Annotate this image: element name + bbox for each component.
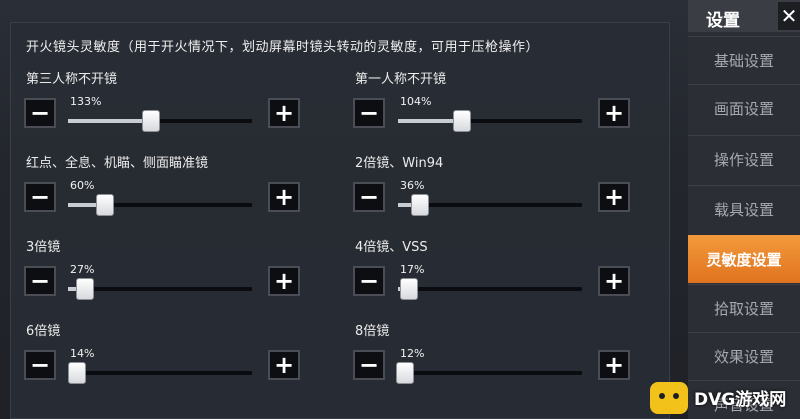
decrease-button[interactable]: − — [24, 98, 56, 128]
slider-track[interactable] — [396, 362, 582, 384]
slider-thumb[interactable] — [396, 362, 414, 384]
slider-value: 104% — [400, 95, 432, 108]
decrease-button[interactable]: − — [24, 182, 56, 212]
increase-button[interactable]: + — [268, 350, 300, 380]
slider-thumb[interactable] — [68, 362, 86, 384]
slider-track[interactable] — [68, 110, 252, 132]
decrease-button[interactable]: − — [353, 98, 385, 128]
menu-item-pickup[interactable]: 拾取设置 — [688, 284, 800, 332]
slider-track[interactable] — [398, 110, 582, 132]
menu-title: 设置 — [706, 11, 740, 31]
slider-value: 60% — [70, 179, 95, 192]
increase-button[interactable]: + — [598, 98, 630, 128]
menu-item-controls[interactable]: 操作设置 — [688, 135, 800, 183]
slider-label: 第三人称不开镜 — [26, 72, 118, 87]
slider-label: 红点、全息、机瞄、侧面瞄准镜 — [26, 156, 209, 171]
slider-label: 第一人称不开镜 — [355, 72, 447, 87]
slider-value: 12% — [400, 347, 425, 360]
slider-thumb[interactable] — [142, 110, 160, 132]
slider-label: 4倍镜、VSS — [355, 240, 428, 255]
slider-value: 36% — [400, 179, 425, 192]
section-title: 开火镜头灵敏度（用于开火情况下，划动屏幕时镜头转动的灵敏度，可用于压枪操作） — [26, 40, 540, 55]
menu-item-sensitivity[interactable]: 灵敏度设置 — [688, 235, 800, 283]
slider-thumb[interactable] — [400, 278, 418, 300]
decrease-button[interactable]: − — [353, 182, 385, 212]
slider-track[interactable] — [68, 278, 252, 300]
decrease-button[interactable]: − — [24, 266, 56, 296]
slider-value: 14% — [70, 347, 95, 360]
slider-label: 8倍镜 — [355, 324, 390, 339]
slider-thumb[interactable] — [76, 278, 94, 300]
slider-label: 2倍镜、Win94 — [355, 156, 444, 171]
slider-track[interactable] — [68, 362, 252, 384]
slider-value: 133% — [70, 95, 102, 108]
slider-thumb[interactable] — [96, 194, 114, 216]
menu-item-graphics[interactable]: 画面设置 — [688, 84, 800, 132]
slider-fill — [68, 119, 151, 123]
increase-button[interactable]: + — [268, 266, 300, 296]
watermark: DVG游戏网 — [646, 376, 800, 419]
slider-label: 3倍镜 — [26, 240, 61, 255]
slider-track[interactable] — [68, 194, 252, 216]
slider-label: 6倍镜 — [26, 324, 61, 339]
watermark-logo-icon — [650, 381, 688, 414]
watermark-text: DVG游戏网 — [694, 390, 787, 410]
menu-item-basic[interactable]: 基础设置 — [688, 36, 800, 84]
increase-button[interactable]: + — [268, 182, 300, 212]
increase-button[interactable]: + — [598, 350, 630, 380]
increase-button[interactable]: + — [598, 266, 630, 296]
decrease-button[interactable]: − — [24, 350, 56, 380]
slider-thumb[interactable] — [453, 110, 471, 132]
increase-button[interactable]: + — [598, 182, 630, 212]
menu-item-vehicle[interactable]: 载具设置 — [688, 185, 800, 233]
slider-thumb[interactable] — [411, 194, 429, 216]
menu-item-effects[interactable]: 效果设置 — [688, 332, 800, 380]
slider-track[interactable] — [398, 278, 582, 300]
close-icon[interactable]: ✕ — [778, 2, 800, 30]
decrease-button[interactable]: − — [353, 350, 385, 380]
increase-button[interactable]: + — [268, 98, 300, 128]
slider-value: 27% — [70, 263, 95, 276]
slider-value: 17% — [400, 263, 425, 276]
decrease-button[interactable]: − — [353, 266, 385, 296]
slider-track[interactable] — [398, 194, 582, 216]
